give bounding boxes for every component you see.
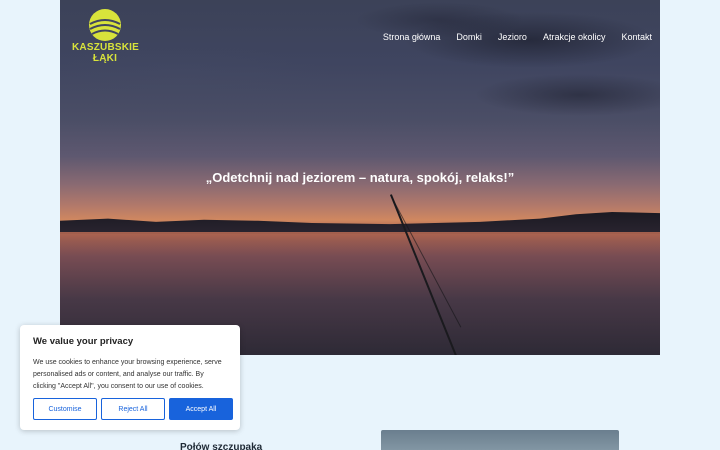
logo-line-2: ŁĄKI [92, 53, 118, 64]
nav-item-lake[interactable]: Jezioro [498, 32, 527, 46]
nav-item-contact[interactable]: Kontakt [621, 32, 652, 46]
cookie-banner: We value your privacy We use cookies to … [20, 325, 240, 430]
logo-line-1: KASZUBSKIE [72, 42, 140, 53]
nav-item-attractions[interactable]: Atrakcje okolicy [543, 32, 606, 46]
site-logo[interactable]: KASZUBSKIE ŁĄKI [72, 8, 140, 70]
cookie-text: We use cookies to enhance your browsing … [33, 359, 222, 390]
cookie-buttons: Customise Reject All Accept All [33, 398, 233, 420]
hero-quote: „Odetchnij nad jeziorem – natura, spokój… [205, 170, 515, 185]
reject-all-button[interactable]: Reject All [101, 398, 165, 420]
customise-button[interactable]: Customise [33, 398, 97, 420]
section-image [381, 430, 619, 450]
nav-item-home[interactable]: Strona główna [383, 32, 441, 46]
nav-item-cabins[interactable]: Domki [456, 32, 482, 46]
section-heading: Połów szczupaka [180, 442, 263, 450]
cookie-title: We value your privacy [33, 336, 134, 347]
sun-over-hills-logo-icon [89, 9, 121, 41]
accept-all-button[interactable]: Accept All [169, 398, 233, 420]
main-nav: Strona główna Domki Jezioro Atrakcje oko… [380, 32, 660, 46]
logo-text: KASZUBSKIE ŁĄKI [72, 42, 140, 64]
